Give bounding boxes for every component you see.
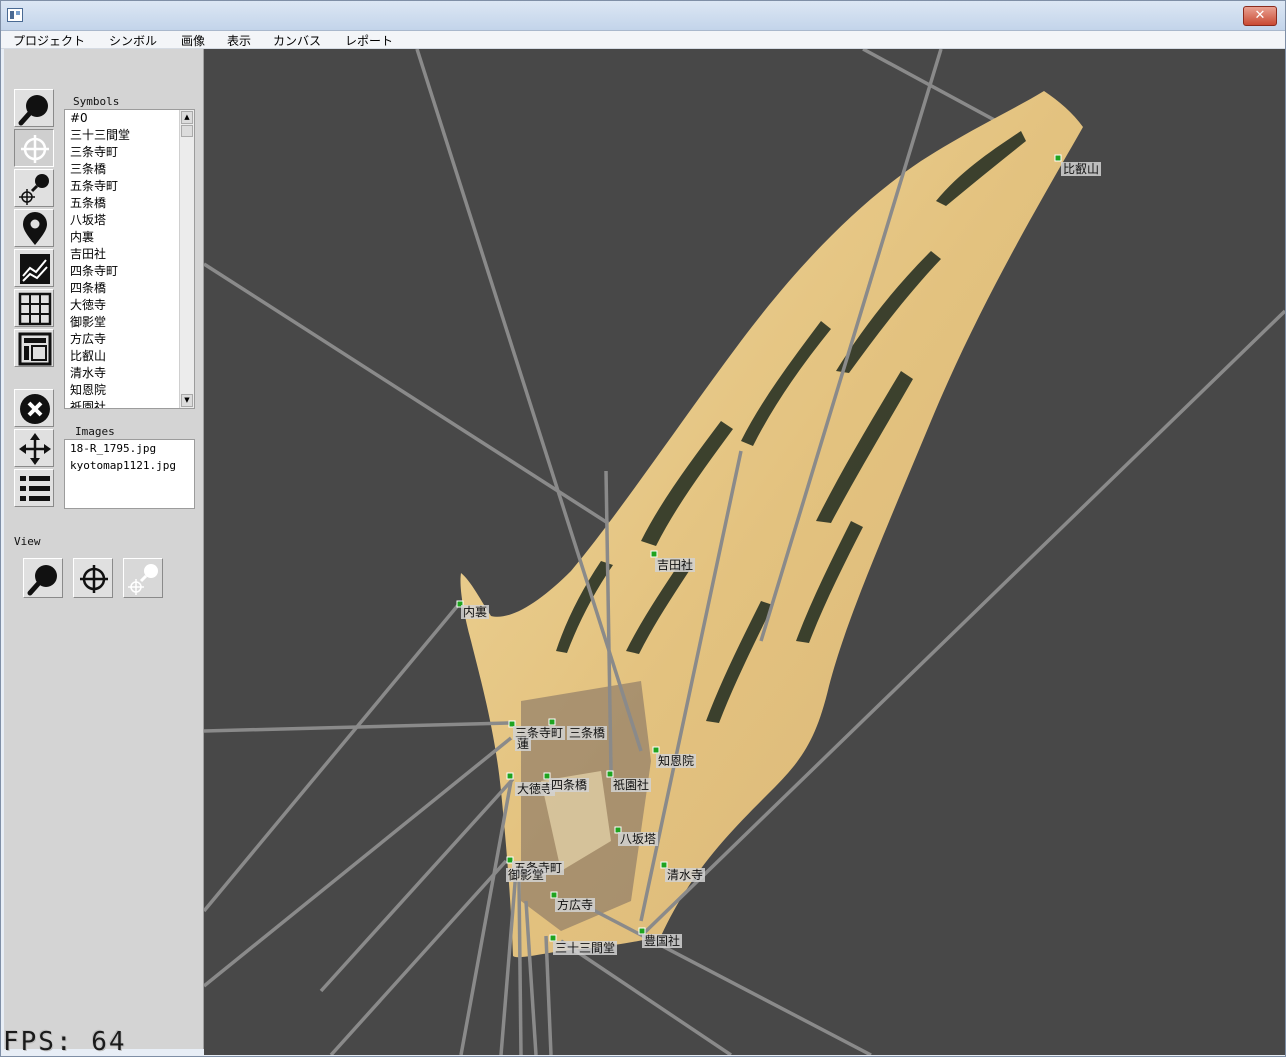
zoom-tool-button[interactable] (14, 89, 54, 127)
image-list-item[interactable]: 18-R_1795.jpg (65, 440, 194, 457)
view-zoom-point-button[interactable] (123, 558, 163, 598)
list-tool-button[interactable] (14, 469, 54, 507)
move-icon (19, 433, 51, 465)
symbol-list-item[interactable]: 三条寺町 (65, 144, 194, 161)
app-window: ✕ プロジェクト シンボル 画像 表示 カンバス レポート Symbols #0… (0, 0, 1286, 1057)
close-button[interactable]: ✕ (1243, 6, 1277, 26)
symbol-list-item[interactable]: 方広寺 (65, 331, 194, 348)
map-symbol-label: 三十三間堂 (553, 941, 618, 955)
app-icon (7, 8, 23, 22)
symbol-list-item[interactable]: 三条橋 (65, 161, 194, 178)
layout-icon (18, 332, 52, 366)
symbol-list-item[interactable]: 御影堂 (65, 314, 194, 331)
zoom-crosshair-icon (128, 564, 158, 595)
symbol-list-item[interactable]: 四条寺町 (65, 263, 194, 280)
scroll-up-icon[interactable]: ▲ (181, 111, 193, 124)
symbol-list-item[interactable]: 知恩院 (65, 382, 194, 399)
images-list[interactable]: 18-R_1795.jpg kyotomap1121.jpg (64, 439, 195, 509)
symbols-label: Symbols (73, 95, 120, 108)
title-bar: ✕ (1, 1, 1285, 31)
zoom-point-tool-button[interactable] (14, 169, 54, 207)
crosshair-icon (21, 135, 49, 163)
symbol-list-item[interactable]: 五条寺町 (65, 178, 194, 195)
menu-view[interactable]: 表示 (227, 32, 251, 49)
grid-tool-button[interactable] (14, 289, 54, 327)
symbol-list-item[interactable]: 清水寺 (65, 365, 194, 382)
crosshair-tool-button[interactable] (14, 129, 54, 167)
map-symbol-label: 蓮 (515, 737, 532, 751)
view-label: View (14, 535, 41, 548)
symbol-list-item[interactable]: 吉田社 (65, 246, 194, 263)
map-symbol-label: 御影堂 (506, 868, 547, 882)
tool-sidebar: Symbols #0 三十三間堂 三条寺町 三条橋 五条寺町 五条橋 八坂塔 内裏 吉田社 四条寺… (4, 49, 204, 1049)
symbol-list-item[interactable]: 四条橋 (65, 280, 194, 297)
image-list-item[interactable]: kyotomap1121.jpg (65, 457, 194, 474)
symbol-list-item[interactable]: 内裏 (65, 229, 194, 246)
map-symbol-label: 豊国社 (642, 934, 683, 948)
crosshair-icon (80, 565, 108, 593)
menu-symbol[interactable]: シンボル (109, 32, 157, 49)
view-crosshair-button[interactable] (73, 558, 113, 598)
menu-canvas[interactable]: カンバス (273, 32, 321, 49)
view-zoom-button[interactable] (23, 558, 63, 598)
zoom-icon (27, 565, 57, 596)
map-symbol-label: 清水寺 (665, 868, 706, 882)
symbols-list[interactable]: #0 三十三間堂 三条寺町 三条橋 五条寺町 五条橋 八坂塔 内裏 吉田社 四条寺町 四条橋 大徳寺御… (64, 109, 195, 409)
layout-tool-button[interactable] (14, 329, 54, 367)
symbol-list-item[interactable]: 八坂塔 (65, 212, 194, 229)
symbol-list-item[interactable]: 三十三間堂 (65, 127, 194, 144)
symbol-list-item[interactable]: #0 (65, 110, 194, 127)
map-symbol-label: 四条橋 (549, 778, 590, 792)
symbols-scrollbar[interactable]: ▲ ▼ (179, 110, 194, 408)
map-symbol-label: 八坂塔 (618, 832, 659, 846)
map-canvas[interactable]: 比叡山吉田社内裏三条寺町三条橋蓮大徳寺四条橋祇園社知恩院八坂塔五条寺町御影堂清水… (204, 49, 1285, 1055)
scroll-thumb[interactable] (181, 125, 193, 137)
symbol-list-item[interactable]: 比叡山 (65, 348, 194, 365)
menu-bar: プロジェクト シンボル 画像 表示 カンバス レポート (1, 31, 1285, 49)
chart-tool-button[interactable] (14, 249, 54, 287)
menu-report[interactable]: レポート (345, 32, 393, 49)
map-symbol-label: 三条橋 (567, 726, 608, 740)
grid-icon (18, 292, 52, 326)
zoom-icon (18, 95, 48, 126)
warped-map-scene (204, 49, 1285, 1055)
scroll-down-icon[interactable]: ▼ (181, 394, 193, 407)
symbol-list-item[interactable]: 大徳寺 (65, 297, 194, 314)
symbol-list-item[interactable]: 祇園社 (65, 399, 194, 408)
fps-counter: FPS: 64 (3, 1027, 127, 1057)
symbol-tool-button[interactable] (14, 209, 54, 247)
map-symbol-label: 祇園社 (611, 778, 652, 792)
delete-tool-button[interactable] (14, 389, 54, 427)
move-tool-button[interactable] (14, 429, 54, 467)
delete-icon (20, 394, 50, 424)
map-symbol-label: 内裏 (461, 605, 490, 619)
menu-image[interactable]: 画像 (181, 32, 205, 49)
map-pin-icon (23, 212, 47, 245)
menu-project[interactable]: プロジェクト (13, 32, 85, 49)
zoom-crosshair-icon (19, 174, 49, 205)
map-symbol-label: 知恩院 (656, 754, 697, 768)
chart-icon (20, 254, 50, 284)
map-symbol-label: 吉田社 (655, 558, 696, 572)
images-label: Images (75, 425, 115, 438)
list-icon (20, 476, 50, 501)
map-symbol-label: 比叡山 (1061, 162, 1102, 176)
map-symbol-label: 方広寺 (555, 898, 596, 912)
symbol-list-item[interactable]: 五条橋 (65, 195, 194, 212)
